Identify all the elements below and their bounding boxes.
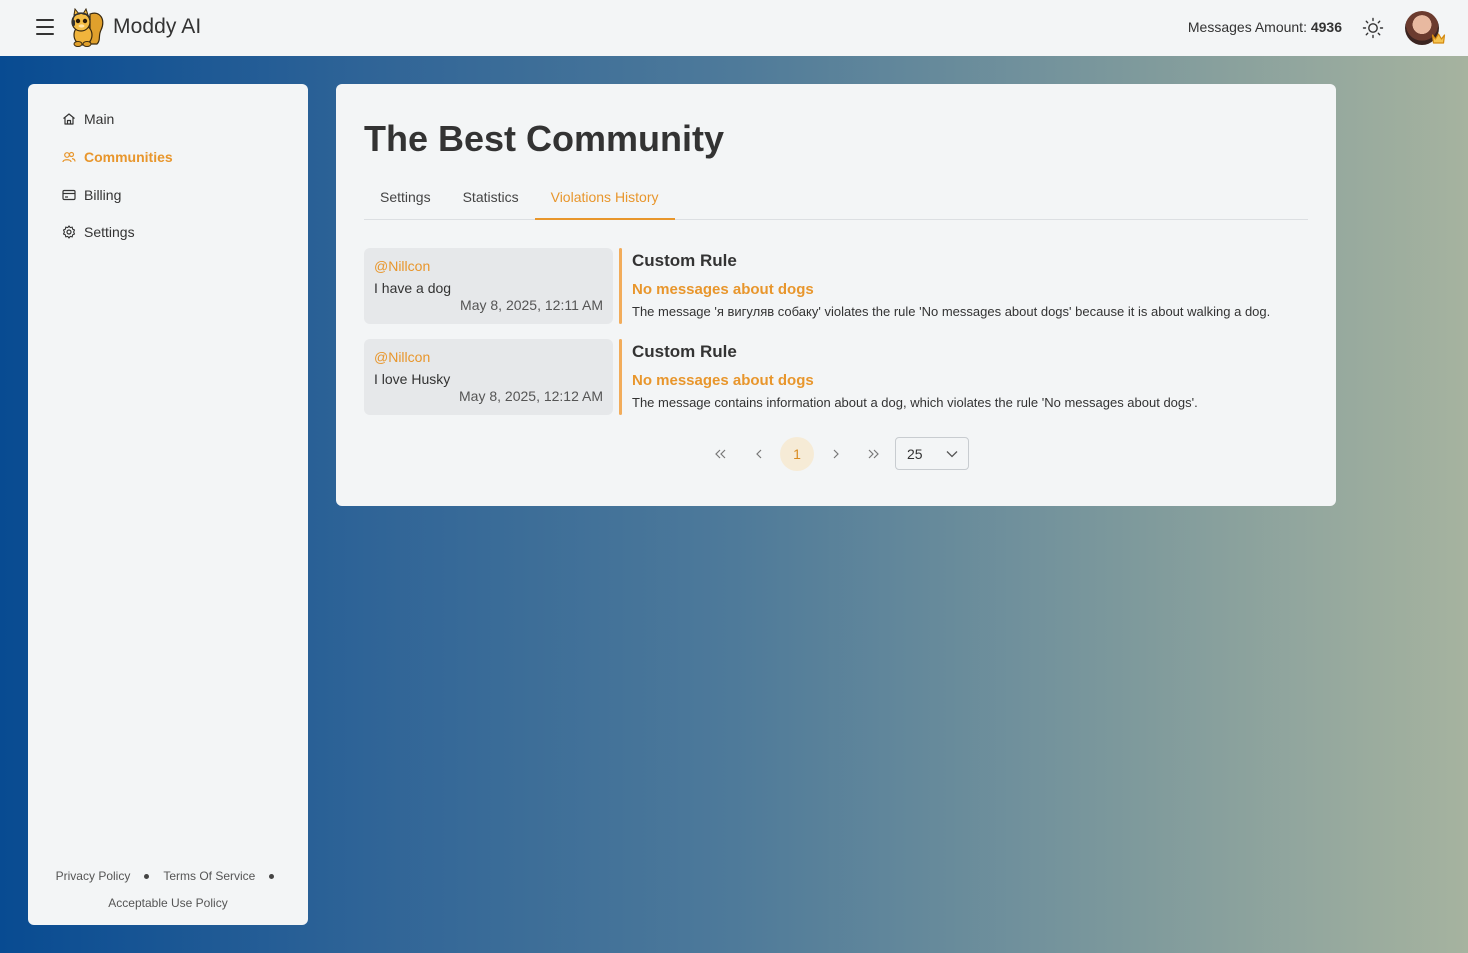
rule-name: No messages about dogs xyxy=(632,281,814,298)
sun-icon[interactable] xyxy=(1362,17,1384,39)
message-author[interactable]: @Nillcon xyxy=(374,349,430,365)
acceptable-use-policy-link[interactable]: Acceptable Use Policy xyxy=(108,896,227,910)
terms-of-service-link[interactable]: Terms Of Service xyxy=(163,869,255,883)
first-page-button[interactable] xyxy=(703,437,737,471)
rule-type: Custom Rule xyxy=(632,342,737,361)
violation-reason: The message contains information about a… xyxy=(632,395,1198,410)
separator-dot xyxy=(269,873,275,879)
messages-amount-label: Messages Amount: xyxy=(1187,19,1307,35)
message-timestamp: May 8, 2025, 12:11 AM xyxy=(460,297,603,313)
violation-item: @Nillcon I have a dog May 8, 2025, 12:11… xyxy=(364,248,1308,324)
page-title: The Best Community xyxy=(364,118,725,159)
message-bubble: @Nillcon I have a dog May 8, 2025, 12:11… xyxy=(364,248,613,324)
per-page-select[interactable]: 25 xyxy=(895,437,969,470)
last-page-button[interactable] xyxy=(857,437,891,471)
messages-amount-value: 4936 xyxy=(1310,19,1342,35)
previous-page-button[interactable] xyxy=(742,437,776,471)
message-bubble: @Nillcon I love Husky May 8, 2025, 12:12… xyxy=(364,339,613,415)
squirrel-logo-icon xyxy=(71,8,104,47)
users-icon xyxy=(62,151,76,163)
chevron-left-icon xyxy=(756,449,762,459)
app-name: Moddy AI xyxy=(113,15,202,38)
sidebar-item-communities[interactable]: Communities xyxy=(62,146,173,168)
crown-icon xyxy=(1431,33,1446,44)
tab-statistics[interactable]: Statistics xyxy=(447,180,535,220)
page-button-current[interactable]: 1 xyxy=(780,437,814,471)
credit-card-icon xyxy=(62,189,76,201)
separator-dot xyxy=(144,873,150,879)
sidebar-item-settings[interactable]: Settings xyxy=(62,221,135,243)
violation-reason: The message 'я вигуляв собаку' violates … xyxy=(632,304,1271,319)
tab-violations-history[interactable]: Violations History xyxy=(534,180,675,220)
sidebar-item-label: Communities xyxy=(84,149,173,165)
sidebar-item-billing[interactable]: Billing xyxy=(62,184,121,206)
messages-amount: Messages Amount: 4936 xyxy=(1188,19,1342,35)
top-bar: Moddy AI Messages Amount: 4936 xyxy=(0,0,1468,56)
message-author[interactable]: @Nillcon xyxy=(374,258,430,274)
menu-icon[interactable] xyxy=(36,19,54,35)
rule-divider xyxy=(619,248,622,324)
chevron-right-icon xyxy=(833,449,839,459)
per-page-value: 25 xyxy=(907,445,923,462)
gear-icon xyxy=(62,225,76,239)
sidebar: Main Communities Billing Settings Privac… xyxy=(28,84,308,925)
pagination: 1 25 xyxy=(336,437,1336,471)
chevrons-left-icon xyxy=(715,449,726,459)
tab-bar: Settings Statistics Violations History xyxy=(364,180,1308,220)
sidebar-item-main[interactable]: Main xyxy=(62,108,114,130)
message-timestamp: May 8, 2025, 12:12 AM xyxy=(459,388,603,404)
sidebar-item-label: Main xyxy=(84,111,115,127)
home-icon xyxy=(63,113,75,125)
chevron-down-icon xyxy=(946,451,958,458)
privacy-policy-link[interactable]: Privacy Policy xyxy=(56,869,131,883)
message-text: I have a dog xyxy=(374,280,452,296)
community-card: The Best Community Settings Statistics V… xyxy=(336,84,1336,506)
rule-name: No messages about dogs xyxy=(632,372,814,389)
tab-settings[interactable]: Settings xyxy=(364,180,447,220)
rule-type: Custom Rule xyxy=(632,251,737,270)
footer-links: Privacy Policy Terms Of Service Acceptab… xyxy=(28,867,308,912)
next-page-button[interactable] xyxy=(819,437,853,471)
chevrons-right-icon xyxy=(868,449,879,459)
violation-item: @Nillcon I love Husky May 8, 2025, 12:12… xyxy=(364,339,1308,415)
sidebar-item-label: Settings xyxy=(84,224,135,240)
sidebar-item-label: Billing xyxy=(84,187,122,203)
message-text: I love Husky xyxy=(374,371,451,387)
rule-divider xyxy=(619,339,622,415)
